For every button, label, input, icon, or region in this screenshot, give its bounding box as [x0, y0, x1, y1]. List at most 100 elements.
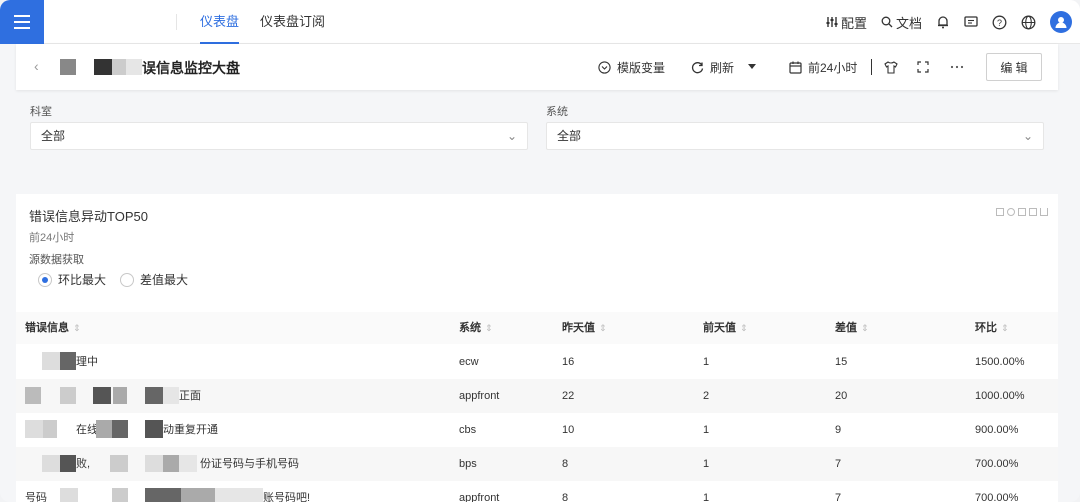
- template-vars-label: 模版变量: [617, 60, 666, 75]
- cell-day-before: 1: [703, 424, 710, 436]
- radio-label: 差值最大: [140, 273, 189, 287]
- redacted-block: [25, 420, 43, 438]
- cell-diff: 7: [835, 492, 842, 502]
- table-row[interactable]: 号码 账号码吧! appfront 8 1 7 700.00%: [16, 481, 1058, 502]
- panel-tools: [996, 208, 1048, 216]
- fullscreen-button[interactable]: [917, 44, 929, 90]
- panel-title: 错误信息异动TOP50: [29, 209, 148, 224]
- column-header-system[interactable]: 系统 ⇕: [459, 312, 493, 344]
- nav-right-tools: 配置 文档 ?: [826, 0, 1072, 44]
- avatar[interactable]: [1050, 11, 1072, 33]
- table-row[interactable]: 正面 appfront 22 2 20 1000.00%: [16, 379, 1058, 413]
- redacted-block: [145, 387, 163, 404]
- cell-diff: 7: [835, 458, 842, 470]
- refresh-label: 刷新: [710, 60, 735, 75]
- redacted-block: [43, 420, 57, 438]
- chevron-circle-icon: [598, 60, 611, 74]
- cell-error-message: 份证号码与手机号码: [200, 458, 299, 470]
- redacted-block: [163, 387, 179, 404]
- sliders-icon: [826, 17, 838, 27]
- copy-icon[interactable]: [996, 208, 1004, 216]
- edit-button[interactable]: 编 辑: [986, 53, 1042, 81]
- column-header-day-before[interactable]: 前天值 ⇕: [703, 312, 748, 344]
- redacted-block: [181, 488, 215, 502]
- table-row[interactable]: 在线 动重复开通 cbs 10 1 9 900.00%: [16, 413, 1058, 447]
- cell-ratio: 1500.00%: [975, 356, 1025, 368]
- refresh-button[interactable]: 刷新: [691, 44, 734, 90]
- more-icon: [950, 65, 964, 69]
- redacted-block: [60, 488, 78, 502]
- search-icon: [881, 16, 893, 28]
- radio-diff-max[interactable]: 差值最大: [120, 271, 188, 288]
- chevron-down-icon: ⌄: [1022, 129, 1033, 143]
- docs-button[interactable]: 文档: [881, 13, 922, 32]
- template-vars-button[interactable]: 模版变量: [598, 44, 665, 90]
- source-label: 源数据获取: [29, 254, 84, 266]
- radio-label: 环比最大: [58, 273, 107, 287]
- panel-subtitle: 前24小时: [29, 232, 75, 244]
- bell-icon[interactable]: [936, 15, 950, 29]
- column-header-ratio[interactable]: 环比 ⇕: [975, 312, 1009, 344]
- cell-yesterday: 8: [562, 492, 569, 502]
- system-select[interactable]: 全部 ⌄: [546, 122, 1044, 150]
- config-label: 配置: [840, 15, 867, 31]
- message-icon[interactable]: [964, 15, 978, 29]
- cell-system: appfront: [459, 390, 500, 402]
- redacted-block: [126, 59, 142, 75]
- cell-ratio: 700.00%: [975, 458, 1019, 470]
- redacted-block: [93, 387, 111, 404]
- table-row[interactable]: 败, 份证号码与手机号码 bps 8 1 7 700.00%: [16, 447, 1058, 481]
- download-icon[interactable]: [1040, 208, 1048, 216]
- toolbar-divider: [871, 44, 872, 90]
- cell-system: appfront: [459, 492, 500, 502]
- column-header-yesterday[interactable]: 昨天值 ⇕: [562, 312, 607, 344]
- more-button[interactable]: [950, 44, 964, 90]
- time-range-label: 前24小时: [808, 60, 858, 75]
- filter-label-department: 科室: [30, 106, 52, 118]
- zoom-icon[interactable]: [1007, 208, 1015, 216]
- table-row[interactable]: 理中 ecw 16 1 15 1500.00%: [16, 345, 1058, 379]
- redacted-block: [145, 420, 163, 438]
- config-button[interactable]: 配置: [826, 13, 867, 32]
- cell-yesterday: 16: [562, 356, 575, 368]
- top-nav: 仪表盘 仪表盘订阅 配置 文档 ?: [0, 0, 1080, 44]
- expand-icon[interactable]: [1029, 208, 1037, 216]
- radio-dot: [120, 272, 135, 287]
- column-header-error-message[interactable]: 错误信息 ⇕: [25, 312, 81, 344]
- refresh-dropdown[interactable]: [747, 44, 757, 90]
- table-icon[interactable]: [1018, 208, 1026, 216]
- nav-divider: [176, 14, 177, 30]
- source-radio-group: 环比最大 差值最大: [38, 271, 188, 288]
- chevron-down-icon: ⌄: [506, 129, 517, 143]
- cell-diff: 9: [835, 424, 842, 436]
- expand-icon: [917, 61, 929, 73]
- tab-dashboard-subscription[interactable]: 仪表盘订阅: [260, 0, 325, 44]
- cell-error-message-prefix: 败,: [76, 458, 91, 470]
- svg-text:?: ?: [997, 17, 1002, 27]
- globe-icon[interactable]: [1021, 15, 1036, 30]
- cell-error-message: 正面: [179, 390, 201, 402]
- refresh-icon: [691, 61, 704, 73]
- cell-system: ecw: [459, 356, 479, 368]
- redacted-block: [25, 387, 41, 404]
- back-arrow-icon[interactable]: ‹: [34, 58, 39, 74]
- time-range-button[interactable]: 前24小时: [789, 44, 857, 90]
- system-select-value: 全部: [557, 129, 582, 143]
- redacted-block: [60, 352, 76, 370]
- column-header-diff[interactable]: 差值 ⇕: [835, 312, 869, 344]
- cell-error-message: 账号码吧!: [263, 492, 311, 502]
- cell-day-before: 1: [703, 492, 710, 502]
- dashboard-title: 误信息监控大盘: [142, 60, 240, 76]
- help-icon[interactable]: ?: [992, 15, 1007, 30]
- cell-diff: 15: [835, 356, 848, 368]
- department-select[interactable]: 全部 ⌄: [30, 122, 528, 150]
- radio-ratio-max[interactable]: 环比最大: [38, 271, 106, 288]
- menu-button[interactable]: [0, 0, 44, 44]
- redacted-block: [112, 420, 128, 438]
- caret-down-icon: [748, 64, 756, 69]
- tab-dashboard[interactable]: 仪表盘: [200, 0, 240, 44]
- calendar-icon: [789, 61, 802, 74]
- redacted-block: [145, 488, 181, 502]
- cell-yesterday: 8: [562, 458, 569, 470]
- theme-button[interactable]: [884, 44, 898, 90]
